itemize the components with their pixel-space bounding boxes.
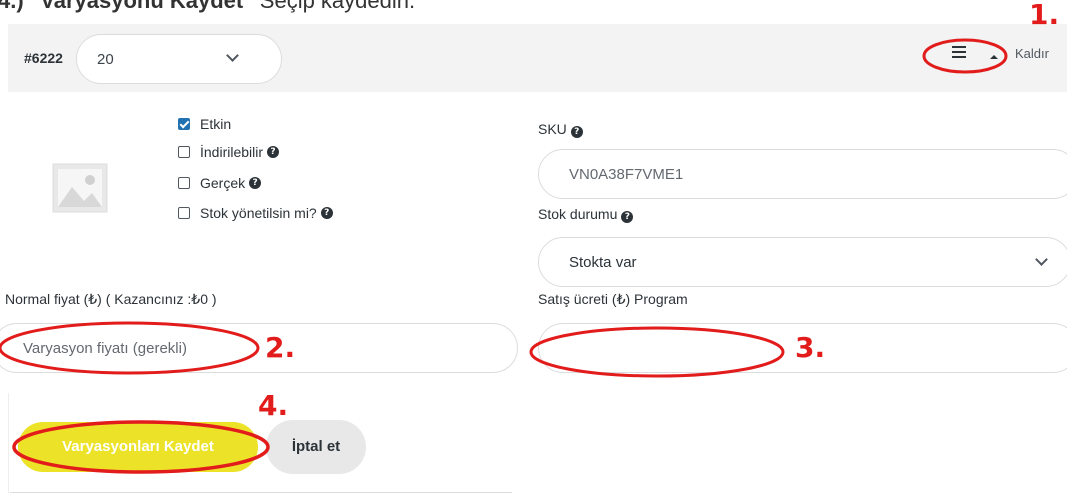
- annotation-circle-2: [0, 321, 260, 375]
- annotation-circle-3: [529, 326, 785, 378]
- annotation-circle-1: [922, 38, 1008, 74]
- annotation-label-4: 4.: [258, 389, 289, 422]
- annotation-overlay: [0, 38, 1008, 474]
- annotation-label-2: 2.: [265, 331, 296, 364]
- annotation-label-1: 1.: [1029, 0, 1060, 31]
- annotation-label-3: 3.: [795, 331, 826, 364]
- annotation-circle-4: [12, 420, 270, 474]
